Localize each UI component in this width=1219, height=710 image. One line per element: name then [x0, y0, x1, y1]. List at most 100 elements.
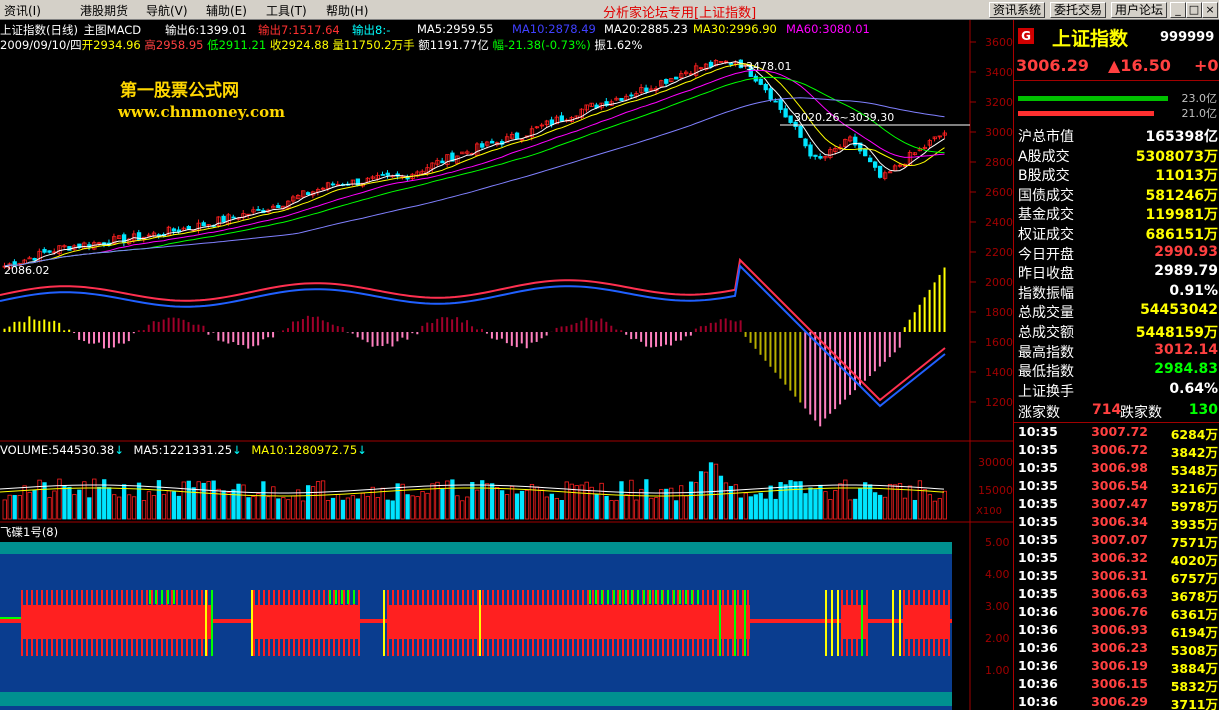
- menu-help[interactable]: 帮助(H): [326, 2, 368, 19]
- tick-time: 10:36: [1018, 640, 1058, 655]
- tick-row[interactable]: 10:36 3006.29 3711万: [1014, 694, 1219, 710]
- volume-bar: [390, 500, 395, 520]
- watermark-url: www.chnmoney.com: [118, 103, 285, 121]
- tick-row[interactable]: 10:36 3006.23 5308万: [1014, 640, 1219, 658]
- stat-row: 基金成交 119981万: [1014, 204, 1219, 223]
- volume-bar: [256, 493, 261, 520]
- candle-body: [32, 257, 37, 261]
- price-axis-label: 3200: [985, 96, 1013, 109]
- tick-row[interactable]: 10:35 3007.47 5978万: [1014, 496, 1219, 514]
- bar-low: 低2911.21: [207, 38, 267, 52]
- tick-row[interactable]: 10:35 3006.72 3842万: [1014, 442, 1219, 460]
- bar-volume: 量11750.2万手: [332, 38, 415, 52]
- volume-bar: [112, 494, 117, 520]
- stat-row: 今日开盘 2990.93: [1014, 244, 1219, 263]
- stat-label: 权证成交: [1018, 227, 1074, 243]
- volume-bar: [206, 481, 211, 520]
- tick-row[interactable]: 10:35 3006.31 6757万: [1014, 568, 1219, 586]
- axis-labels: 3600 3400 3200 3000 2800 2600 2400 2200 2000 1800…: [970, 36, 1013, 677]
- volume-bar: [296, 489, 301, 520]
- tick-time: 10:36: [1018, 604, 1058, 619]
- volume-bar: [221, 490, 226, 520]
- tick-row[interactable]: 10:36 3006.19 3884万: [1014, 658, 1219, 676]
- stat-value: 2984.83: [1154, 361, 1218, 378]
- volume-bar: [360, 492, 366, 520]
- menu-info[interactable]: 资讯(I): [4, 2, 41, 19]
- volume-bar: [236, 483, 241, 520]
- tick-price: 3007.47: [1091, 496, 1148, 511]
- volume-bar: [37, 479, 42, 520]
- menu-navigate[interactable]: 导航(V): [146, 2, 188, 19]
- divider: [1014, 80, 1219, 81]
- volume-bar: [549, 493, 555, 520]
- volume-bar: [927, 494, 933, 520]
- indicator-axis-label: 3.00: [985, 600, 1010, 613]
- tick-row[interactable]: 10:35 3006.63 3678万: [1014, 586, 1219, 604]
- tick-row[interactable]: 10:35 3007.72 6284万: [1014, 424, 1219, 442]
- price-axis-label: 3600: [985, 36, 1013, 49]
- volume-bar: [440, 488, 445, 520]
- volume-bar: [186, 480, 191, 520]
- bar-open: 开2934.96: [81, 38, 141, 52]
- stat-value: 11013万: [1155, 168, 1218, 185]
- volume-bar: [480, 480, 485, 520]
- stat-row: 指数振幅 0.91%: [1014, 283, 1219, 302]
- volume-bar: [922, 489, 928, 520]
- volume-bar: [276, 498, 281, 520]
- volume-bar: [659, 489, 664, 520]
- menu-assist[interactable]: 辅助(E): [206, 2, 247, 19]
- tick-row[interactable]: 10:36 3006.93 6194万: [1014, 622, 1219, 640]
- volume-bar: [574, 485, 579, 520]
- volume-bar: [594, 493, 599, 520]
- volume-bar: [82, 481, 87, 520]
- volume-bar-down: [1018, 111, 1154, 116]
- candle-body: [27, 257, 32, 260]
- stat-value: 2989.79: [1154, 263, 1218, 280]
- volume-bar: [410, 495, 415, 520]
- volume-bar: [942, 490, 947, 520]
- volume-bar: [544, 496, 550, 520]
- stat-label: 国债成交: [1018, 187, 1074, 204]
- volume-bar: [161, 494, 167, 520]
- tick-price: 3007.72: [1091, 424, 1148, 439]
- tick-row[interactable]: 10:35 3006.32 4020万: [1014, 550, 1219, 568]
- volume-bar: [892, 484, 898, 520]
- info-system-button[interactable]: 资讯系统: [989, 2, 1046, 18]
- stat-label: 总成交量: [1018, 305, 1074, 322]
- maximize-icon[interactable]: □: [1186, 2, 1202, 18]
- close-icon[interactable]: ×: [1202, 2, 1218, 18]
- stat-label: 总成交额: [1018, 325, 1074, 341]
- tick-row[interactable]: 10:35 3006.34 3935万: [1014, 514, 1219, 532]
- volume-bar: [614, 499, 619, 520]
- chart-area[interactable]: 3600 3400 3200 3000 2800 2600 2400 2200 2000 1800…: [0, 20, 1013, 710]
- stat-value: 2990.93: [1154, 243, 1218, 260]
- blank-overlay: [367, 351, 662, 386]
- tick-row[interactable]: 10:35 3007.07 7571万: [1014, 532, 1219, 550]
- stat-value: 3012.14: [1154, 341, 1218, 358]
- menu-tools[interactable]: 工具(T): [266, 2, 307, 19]
- user-forum-button[interactable]: 用户论坛: [1111, 2, 1168, 18]
- tick-volume: 3678万: [1170, 589, 1218, 604]
- volume-bar: [261, 481, 266, 520]
- stat-label: A股成交: [1018, 148, 1070, 165]
- volume-bar: [833, 490, 838, 520]
- trade-order-button[interactable]: 委托交易: [1050, 2, 1107, 18]
- down-count: 130: [1188, 402, 1218, 418]
- price-axis-label: 3000: [985, 126, 1013, 139]
- menu-hk-futures[interactable]: 港股期货: [80, 2, 128, 19]
- chart-canvas[interactable]: 3600 3400 3200 3000 2800 2600 2400 2200 2000 1800…: [0, 20, 1013, 710]
- tick-row[interactable]: 10:35 3006.98 5348万: [1014, 460, 1219, 478]
- volume-bar: [116, 496, 122, 520]
- stat-row: B股成交 11013万: [1014, 165, 1219, 184]
- volume-bar: [848, 499, 853, 520]
- tick-volume: 5348万: [1170, 463, 1218, 478]
- minimize-icon[interactable]: _: [1170, 2, 1186, 18]
- tick-row[interactable]: 10:36 3006.15 5832万: [1014, 676, 1219, 694]
- volume-bar: [629, 479, 634, 520]
- tick-volume: 3884万: [1170, 661, 1218, 676]
- stat-value: 581246万: [1145, 187, 1218, 204]
- tick-row[interactable]: 10:35 3006.54 3216万: [1014, 478, 1219, 496]
- volume-bar: [609, 500, 614, 520]
- indicator-axis-label: 5.00: [985, 536, 1010, 549]
- tick-row[interactable]: 10:36 3006.76 6361万: [1014, 604, 1219, 622]
